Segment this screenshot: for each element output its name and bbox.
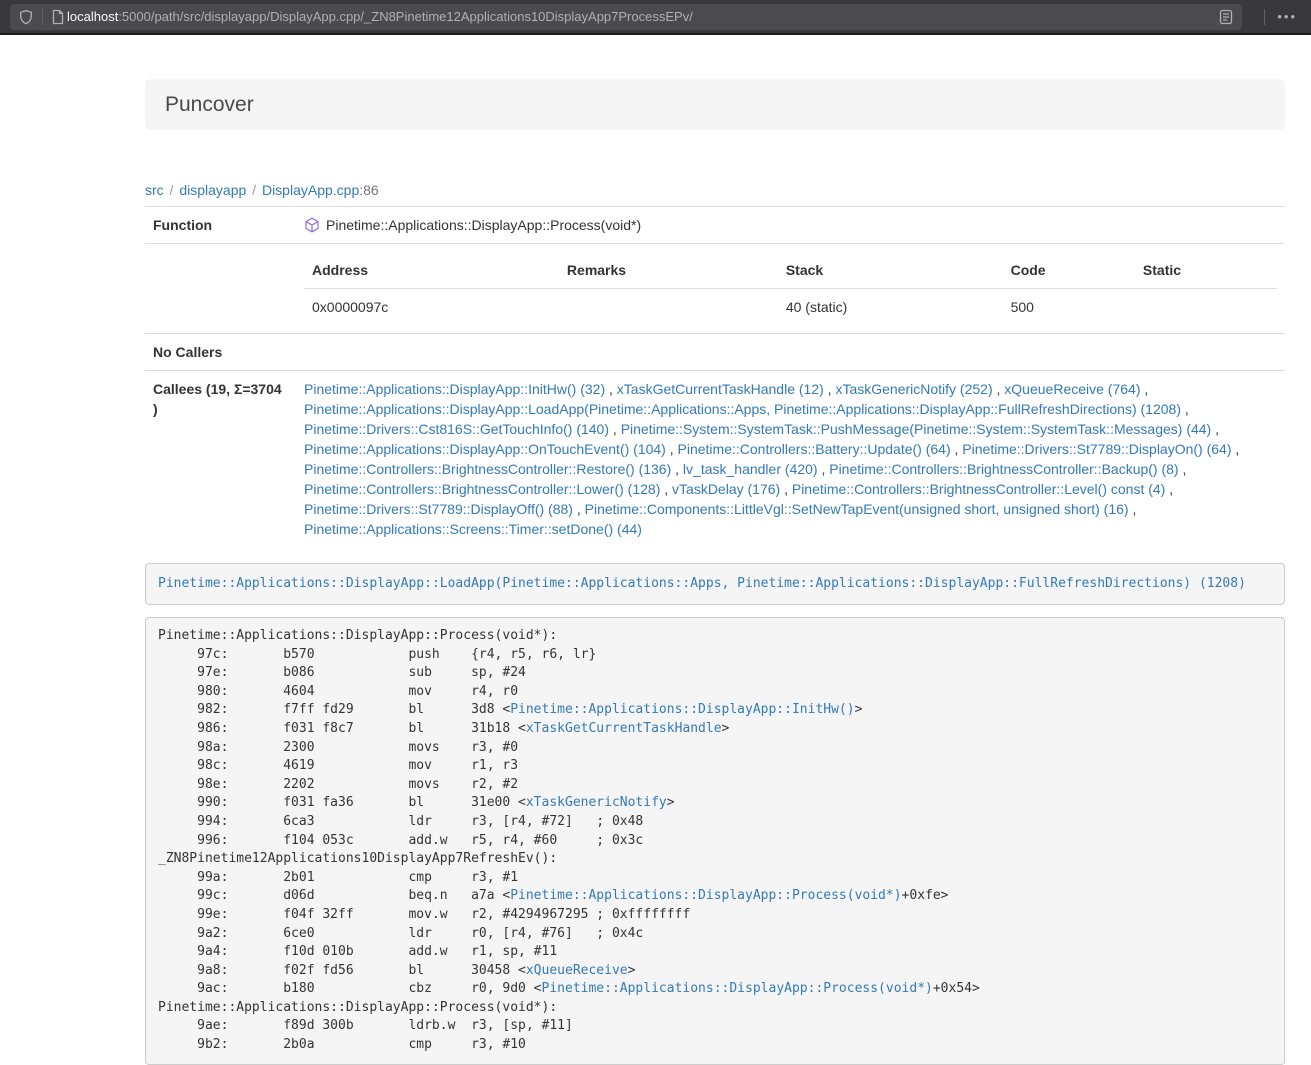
col-stack: Stack	[778, 252, 1003, 289]
banner-function-link[interactable]: Pinetime::Applications::DisplayApp::Load…	[158, 576, 1246, 591]
callee-link[interactable]: Pinetime::Controllers::Battery::Update()…	[678, 441, 951, 457]
callee-link[interactable]: Pinetime::Components::LittleVgl::SetNewT…	[585, 501, 1129, 517]
callee-link[interactable]: Pinetime::Drivers::St7789::DisplayOff() …	[304, 501, 573, 517]
callees-row: Callees (19, Σ=3704 ) Pinetime::Applicat…	[145, 371, 1285, 548]
callee-link[interactable]: Pinetime::Controllers::BrightnessControl…	[304, 461, 671, 477]
value-remarks	[559, 289, 778, 326]
callee-link[interactable]: Pinetime::Applications::DisplayApp::Init…	[304, 381, 605, 397]
col-remarks: Remarks	[559, 252, 778, 289]
callees-list: Pinetime::Applications::DisplayApp::Init…	[296, 371, 1285, 548]
breadcrumb: src / displayapp / DisplayApp.cpp:86	[145, 180, 1285, 200]
breadcrumb-line-number: :86	[359, 182, 378, 198]
symbol-link[interactable]: xTaskGenericNotify	[526, 795, 667, 810]
function-row: Function Pinetime::Applications::Display…	[145, 207, 1285, 244]
url-host: localhost	[67, 9, 118, 24]
col-code: Code	[1003, 252, 1135, 289]
page-title-card: Puncover	[145, 79, 1285, 130]
col-static: Static	[1135, 252, 1277, 289]
callers-label: No Callers	[145, 334, 296, 371]
callee-link[interactable]: Pinetime::Applications::DisplayApp::OnTo…	[304, 441, 666, 457]
page-container: Puncover src / displayapp / DisplayApp.c…	[145, 35, 1285, 1065]
callee-link[interactable]: Pinetime::Drivers::Cst816S::GetTouchInfo…	[304, 421, 609, 437]
callee-link[interactable]: lv_task_handler (420)	[683, 461, 818, 477]
function-detail-table: Function Pinetime::Applications::Display…	[145, 207, 1285, 547]
callers-row: No Callers	[145, 334, 1285, 371]
callee-link[interactable]: Pinetime::Controllers::BrightnessControl…	[304, 481, 660, 497]
url-path: :5000/path/src/displayapp/DisplayApp.cpp…	[118, 9, 693, 24]
breadcrumb-separator: /	[246, 182, 262, 198]
toolbar-separator	[1264, 9, 1265, 25]
stats-values-row: 0x0000097c 40 (static) 500	[304, 289, 1277, 326]
callees-label: Callees (19, Σ=3704 )	[145, 371, 296, 548]
callee-link[interactable]: vTaskDelay (176)	[672, 481, 780, 497]
breadcrumb-link[interactable]: src	[145, 182, 164, 198]
callee-link[interactable]: Pinetime::Applications::DisplayApp::Load…	[304, 401, 1181, 417]
page-title: Puncover	[165, 93, 1265, 116]
callee-link[interactable]: Pinetime::Applications::Screens::Timer::…	[304, 521, 642, 537]
shield-icon[interactable]	[18, 9, 34, 25]
symbol-link[interactable]: xQueueReceive	[526, 963, 628, 978]
symbol-link[interactable]: xTaskGetCurrentTaskHandle	[526, 721, 722, 736]
page-icon	[51, 9, 65, 25]
value-static	[1135, 289, 1277, 326]
symbol-link[interactable]: Pinetime::Applications::DisplayApp::Init…	[510, 702, 854, 717]
reader-mode-icon[interactable]	[1218, 9, 1234, 25]
stats-header-row: Address Remarks Stack Code Static	[304, 252, 1277, 289]
urlbar-separator	[42, 9, 43, 25]
function-name: Pinetime::Applications::DisplayApp::Proc…	[326, 215, 641, 235]
breadcrumb-link[interactable]: displayapp	[179, 182, 246, 198]
callee-link[interactable]: xQueueReceive (764)	[1004, 381, 1140, 397]
stats-row: Address Remarks Stack Code Static 0x0000…	[145, 244, 1285, 334]
breadcrumb-link[interactable]: DisplayApp.cpp	[262, 182, 359, 198]
symbol-link[interactable]: Pinetime::Applications::DisplayApp::Proc…	[510, 888, 901, 903]
function-label: Function	[145, 207, 296, 244]
callee-link[interactable]: xTaskGenericNotify (252)	[835, 381, 992, 397]
address-bar[interactable]: localhost:5000/path/src/displayapp/Displ…	[10, 4, 1242, 30]
callee-link[interactable]: Pinetime::Controllers::BrightnessControl…	[829, 461, 1178, 477]
symbol-link[interactable]: Pinetime::Applications::DisplayApp::Proc…	[542, 981, 933, 996]
callee-link[interactable]: Pinetime::Drivers::St7789::DisplayOn() (…	[962, 441, 1231, 457]
col-address: Address	[304, 252, 559, 289]
value-code: 500	[1003, 289, 1135, 326]
package-icon	[304, 217, 320, 233]
callee-link[interactable]: Pinetime::Controllers::BrightnessControl…	[792, 481, 1165, 497]
value-stack: 40 (static)	[778, 289, 1003, 326]
callee-link[interactable]: Pinetime::System::SystemTask::PushMessag…	[621, 421, 1212, 437]
breadcrumb-separator: /	[164, 182, 180, 198]
menu-icon[interactable]: •••	[1273, 7, 1301, 26]
banner-code-block: Pinetime::Applications::DisplayApp::Load…	[145, 563, 1285, 605]
stats-table: Address Remarks Stack Code Static 0x0000…	[304, 252, 1277, 325]
callee-link[interactable]: xTaskGetCurrentTaskHandle (12)	[617, 381, 824, 397]
url-text[interactable]: localhost:5000/path/src/displayapp/Displ…	[67, 9, 1218, 24]
browser-chrome: localhost:5000/path/src/displayapp/Displ…	[0, 0, 1311, 35]
value-address: 0x0000097c	[304, 289, 559, 326]
